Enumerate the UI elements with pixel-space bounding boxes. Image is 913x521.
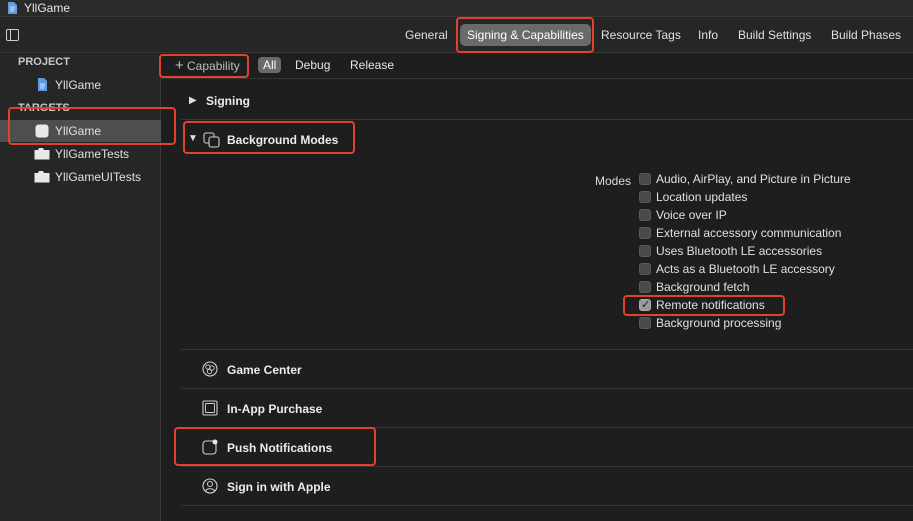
project-section-header: PROJECT	[18, 56, 70, 68]
editor-tab-bar: General Signing & Capabilities Resource …	[0, 17, 913, 53]
capability-in-app-purchase[interactable]: In-App Purchase	[181, 388, 913, 427]
test-bundle-icon	[34, 148, 50, 160]
capabilities-list: ▶ Signing ▼ Background Modes Modes Audio…	[161, 80, 913, 521]
sidebar-item-label: YllGameUITests	[55, 170, 142, 184]
sidebar-item-label: YllGame	[55, 78, 102, 92]
app-target-icon	[35, 124, 49, 138]
push-notifications-icon	[202, 439, 218, 455]
segment-debug[interactable]: Debug	[295, 58, 330, 72]
sidebar-item-project[interactable]: YllGame	[0, 74, 161, 96]
disclosure-down-icon[interactable]: ▼	[188, 133, 198, 144]
capability-name: Game Center	[227, 363, 302, 377]
sidebar-item-target-yllgame[interactable]: YllGame	[0, 120, 161, 142]
sidebar-item-target-uitests[interactable]: YllGameUITests	[0, 166, 161, 188]
background-modes-icon	[203, 132, 220, 148]
checkbox[interactable]	[639, 209, 651, 221]
in-app-purchase-icon	[202, 400, 218, 416]
sidebar-toggle-icon[interactable]	[6, 29, 19, 41]
capability-signing[interactable]: ▶ Signing	[181, 80, 913, 120]
checkbox[interactable]	[639, 245, 651, 257]
checkbox[interactable]	[639, 317, 651, 329]
tab-signing-capabilities[interactable]: Signing & Capabilities	[460, 24, 591, 46]
capability-push-notifications[interactable]: Push Notifications	[181, 427, 913, 466]
tab-resource-tags[interactable]: Resource Tags	[601, 28, 681, 42]
capability-name: Sign in with Apple	[227, 480, 331, 494]
modes-label: Modes	[595, 174, 632, 188]
segment-all[interactable]: All	[258, 57, 282, 73]
plus-icon: +	[175, 57, 184, 74]
disclosure-right-icon[interactable]: ▶	[189, 95, 197, 106]
capability-name: In-App Purchase	[227, 402, 323, 416]
add-capability-button[interactable]: + Capability	[169, 57, 246, 76]
capability-name: Signing	[206, 94, 250, 108]
capability-filter-bar: + Capability All Debug Release	[161, 54, 913, 79]
checkbox[interactable]	[639, 281, 651, 293]
tab-build-settings[interactable]: Build Settings	[738, 28, 811, 42]
targets-section-header: TARGETS	[18, 102, 70, 114]
sidebar-item-target-tests[interactable]: YllGameTests	[0, 143, 161, 165]
person-circle-icon	[202, 478, 218, 494]
capability-name: Background Modes	[227, 133, 339, 147]
title-bar: YllGame	[0, 0, 913, 17]
sidebar-item-label: YllGameTests	[55, 147, 130, 161]
capability-sign-in-with-apple[interactable]: Sign in with Apple	[181, 466, 913, 505]
capability-game-center[interactable]: Game Center	[181, 349, 913, 388]
project-file-icon	[8, 2, 17, 14]
capability-name: Push Notifications	[227, 441, 333, 455]
checkbox[interactable]	[639, 173, 651, 185]
checkbox[interactable]	[639, 263, 651, 275]
sidebar-item-label: YllGame	[55, 124, 102, 138]
targets-sidebar: PROJECT YllGame TARGETS YllGame YllGameT…	[0, 54, 161, 521]
tab-general[interactable]: General	[405, 28, 448, 42]
game-center-icon	[202, 361, 218, 377]
tab-info[interactable]: Info	[698, 28, 718, 42]
project-file-icon	[38, 78, 47, 91]
test-bundle-icon	[34, 171, 50, 183]
window-title: YllGame	[24, 1, 71, 15]
divider	[181, 505, 913, 506]
checkbox[interactable]	[639, 191, 651, 203]
segment-release[interactable]: Release	[350, 58, 394, 72]
checkbox[interactable]	[639, 227, 651, 239]
tab-build-phases[interactable]: Build Phases	[831, 28, 901, 42]
checkbox-checked[interactable]	[639, 298, 651, 311]
